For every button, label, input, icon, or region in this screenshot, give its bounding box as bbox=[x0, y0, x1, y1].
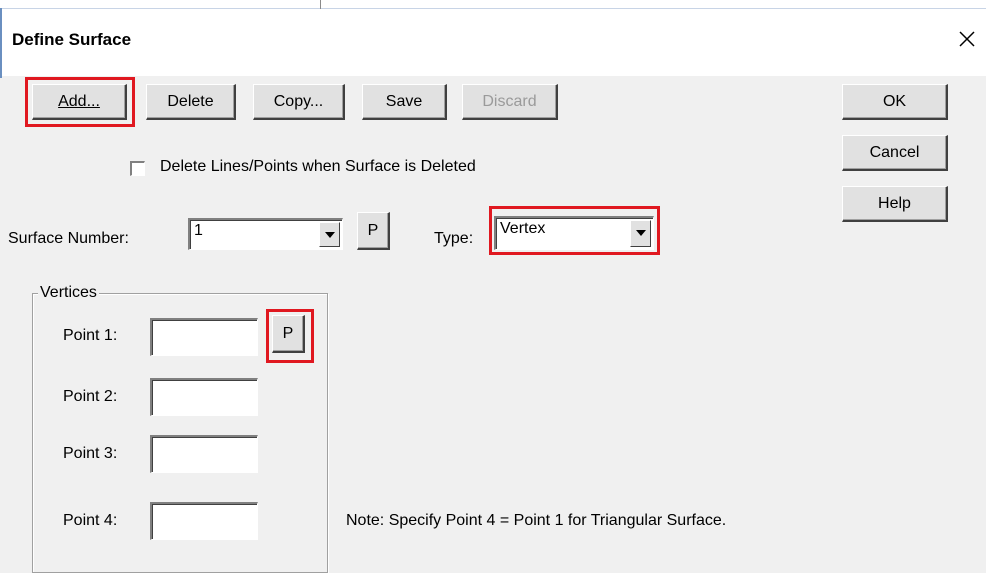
ok-button-label: OK bbox=[882, 92, 907, 110]
surface-pick-label: P bbox=[367, 221, 379, 239]
surface-number-label: Surface Number: bbox=[8, 230, 129, 247]
copy-button[interactable]: Copy... bbox=[253, 84, 345, 120]
background-tick bbox=[320, 0, 321, 9]
chevron-down-icon[interactable] bbox=[319, 222, 340, 247]
surface-number-combo[interactable]: 1 bbox=[188, 218, 343, 250]
type-label: Type: bbox=[434, 230, 474, 247]
add-button[interactable]: Add... bbox=[32, 84, 127, 120]
point-4-field[interactable] bbox=[150, 502, 258, 540]
add-button-label: Add... bbox=[58, 92, 100, 110]
type-value: Vertex bbox=[500, 220, 546, 237]
save-button-label: Save bbox=[385, 92, 423, 110]
surface-pick-button[interactable]: P bbox=[357, 212, 390, 250]
save-button[interactable]: Save bbox=[362, 84, 447, 120]
surface-number-value: 1 bbox=[194, 222, 203, 239]
close-icon[interactable] bbox=[952, 24, 982, 54]
triangular-note: Note: Specify Point 4 = Point 1 for Tria… bbox=[346, 512, 727, 529]
delete-lines-label: Delete Lines/Points when Surface is Dele… bbox=[160, 158, 476, 175]
point-3-label: Point 3: bbox=[63, 445, 118, 462]
discard-button-label: Discard bbox=[482, 92, 537, 110]
discard-button[interactable]: Discard bbox=[462, 84, 558, 120]
point-1-field[interactable] bbox=[150, 318, 258, 356]
vertices-group-title: Vertices bbox=[38, 284, 99, 302]
point-1-label: Point 1: bbox=[63, 327, 118, 344]
title-bar-border bbox=[0, 8, 986, 9]
window-edge bbox=[0, 8, 2, 78]
point-2-label: Point 2: bbox=[63, 388, 118, 405]
help-button[interactable]: Help bbox=[842, 186, 948, 222]
point-2-field[interactable] bbox=[150, 378, 258, 416]
point-1-pick-label: P bbox=[282, 324, 294, 342]
delete-lines-checkbox[interactable] bbox=[130, 161, 145, 176]
title-bar: Define Surface bbox=[0, 0, 986, 78]
type-combo[interactable]: Vertex bbox=[494, 216, 654, 250]
point-3-field[interactable] bbox=[150, 435, 258, 473]
point-1-pick-button[interactable]: P bbox=[272, 315, 305, 353]
ok-button[interactable]: OK bbox=[842, 84, 948, 120]
chevron-down-icon[interactable] bbox=[630, 220, 651, 247]
point-4-label: Point 4: bbox=[63, 512, 118, 529]
copy-button-label: Copy... bbox=[273, 92, 324, 110]
delete-button[interactable]: Delete bbox=[146, 84, 236, 120]
help-button-label: Help bbox=[878, 194, 911, 212]
delete-button-label: Delete bbox=[167, 92, 214, 110]
cancel-button[interactable]: Cancel bbox=[842, 135, 948, 171]
cancel-button-label: Cancel bbox=[869, 143, 920, 161]
window-title: Define Surface bbox=[12, 30, 132, 49]
